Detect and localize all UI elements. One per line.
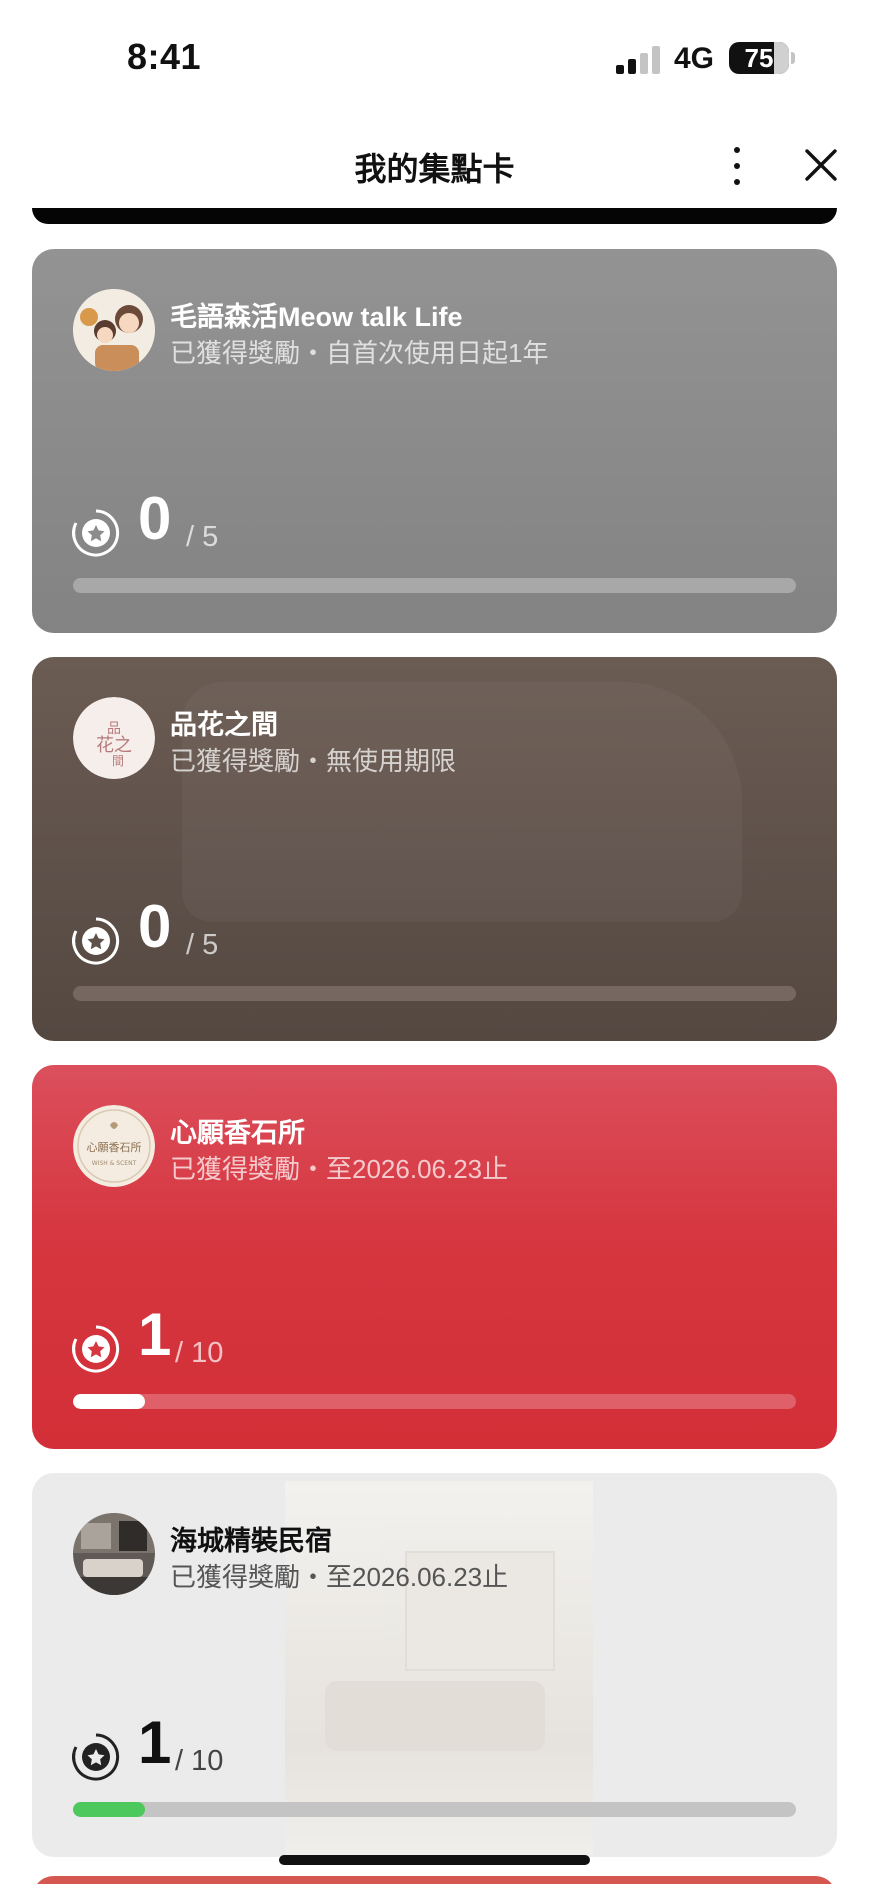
more-options-icon[interactable] — [727, 145, 747, 187]
store-avatar: 心願香石所 WISH & SCENT — [73, 1105, 155, 1187]
stamp-icon — [72, 1325, 120, 1373]
progress-fill — [73, 1394, 146, 1409]
home-indicator — [279, 1855, 590, 1865]
svg-text:心願香石所: 心願香石所 — [87, 1141, 142, 1154]
stamp-total: / 10 — [175, 1337, 224, 1369]
battery-tip — [791, 52, 795, 64]
stamp-card-xin-yuan[interactable]: 心願香石所 WISH & SCENT 心願香石所 已獲得獎勵・至2026.06.… — [32, 1065, 837, 1449]
progress-bar — [73, 1802, 796, 1817]
stamp-card-pin-hua[interactable]: 品 花之 間 品花之間 已獲得獎勵・無使用期限 0 / 5 — [32, 657, 837, 1041]
store-avatar — [73, 289, 155, 371]
next-card-edge[interactable] — [32, 1876, 837, 1884]
previous-card-edge[interactable] — [32, 208, 837, 224]
stamp-card-hai-cheng[interactable]: 海城精裝民宿 已獲得獎勵・至2026.06.23止 1 / 10 — [32, 1473, 837, 1857]
close-icon[interactable] — [803, 147, 839, 183]
reward-info: 已獲得獎勵・自首次使用日起1年 — [170, 338, 549, 368]
svg-text:花之: 花之 — [96, 735, 132, 756]
stamp-icon — [72, 917, 120, 965]
store-name: 心願香石所 — [170, 1118, 305, 1148]
battery-icon: 75 — [729, 42, 789, 74]
progress-bar — [73, 578, 796, 593]
stamp-icon — [72, 1733, 120, 1781]
progress-bar — [73, 986, 796, 1001]
signal-icon — [616, 46, 660, 74]
progress-fill — [73, 1802, 146, 1817]
store-name: 毛語森活Meow talk Life — [170, 302, 463, 332]
store-avatar — [73, 1513, 155, 1595]
store-name: 品花之間 — [170, 710, 278, 740]
stamp-total: / 5 — [186, 929, 219, 961]
status-bar: 8:41 4G 75 — [0, 0, 869, 110]
reward-info: 已獲得獎勵・至2026.06.23止 — [170, 1562, 509, 1592]
stamp-total: / 10 — [175, 1745, 224, 1777]
stamp-card-meow-talk-life[interactable]: 毛語森活Meow talk Life 已獲得獎勵・自首次使用日起1年 0 / 5 — [32, 249, 837, 633]
stamp-count: 1 — [138, 1709, 172, 1776]
stamp-count: 1 — [138, 1301, 172, 1368]
stamp-icon — [72, 509, 120, 557]
stamp-count: 0 — [138, 893, 172, 960]
svg-text:WISH & SCENT: WISH & SCENT — [92, 1160, 137, 1167]
progress-bar — [73, 1394, 796, 1409]
store-avatar: 品 花之 間 — [73, 697, 155, 779]
network-label: 4G — [674, 42, 715, 75]
stamp-total: / 5 — [186, 521, 219, 553]
stamp-count: 0 — [138, 485, 172, 552]
status-time: 8:41 — [127, 36, 202, 77]
store-name: 海城精裝民宿 — [170, 1526, 332, 1556]
reward-info: 已獲得獎勵・至2026.06.23止 — [170, 1154, 509, 1184]
svg-text:間: 間 — [112, 754, 124, 768]
reward-info: 已獲得獎勵・無使用期限 — [170, 746, 457, 776]
battery-level: 75 — [744, 42, 774, 73]
